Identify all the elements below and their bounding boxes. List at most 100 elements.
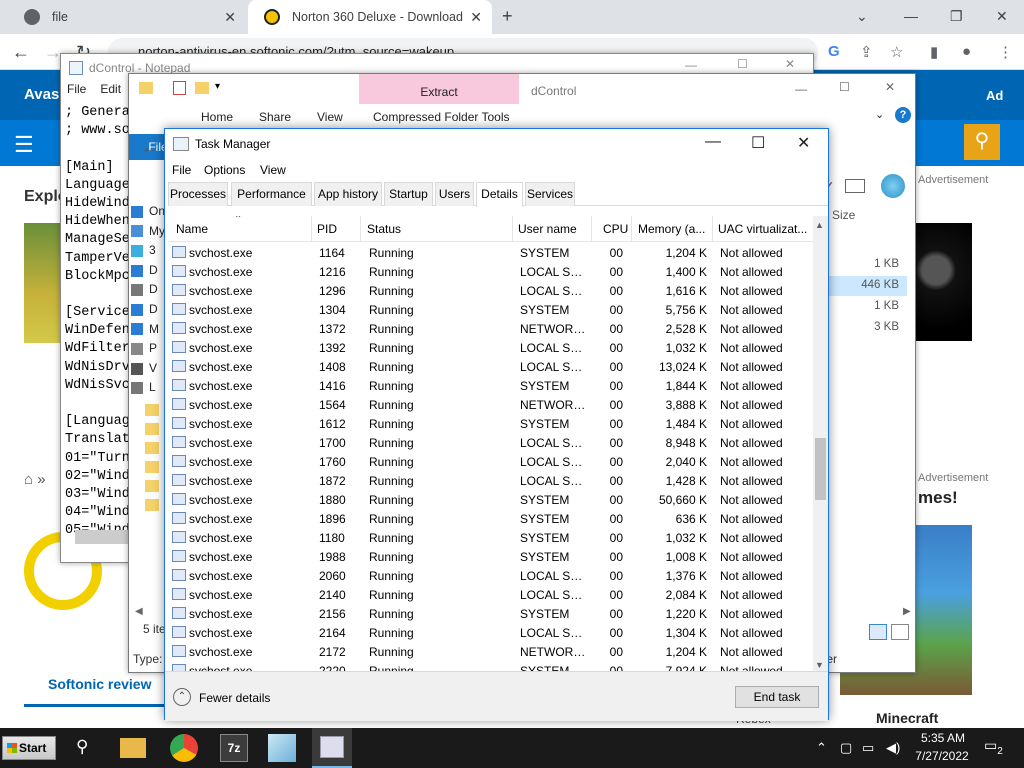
fewer-details-link[interactable]: Fewer details: [199, 691, 270, 705]
help-icon[interactable]: ?: [895, 107, 911, 123]
task-manager-window[interactable]: Task Manager — ☐ ✕ File Options View Pro…: [164, 128, 829, 721]
chrome-icon[interactable]: [170, 734, 198, 762]
column-separator[interactable]: [631, 216, 632, 242]
scrollbar-thumb[interactable]: [815, 438, 826, 500]
table-row[interactable]: svchost.exe 1564 Running NETWORK... 00 3,888 …: [168, 395, 813, 414]
table-row[interactable]: svchost.exe 1988 Running SYSTEM 00 1,008 K Not…: [168, 547, 813, 566]
tab-performance[interactable]: Performance: [231, 182, 312, 206]
table-row[interactable]: svchost.exe 1896 Running SYSTEM 00 636 K Not a…: [168, 509, 813, 528]
rename-icon[interactable]: [845, 179, 865, 193]
search-icon[interactable]: ⚲: [76, 737, 88, 757]
nav-pane-item[interactable]: D: [131, 282, 158, 296]
scroll-left-icon[interactable]: ◀: [135, 606, 143, 617]
google-icon[interactable]: G: [828, 43, 840, 60]
notification-icon[interactable]: ▭2: [984, 737, 1003, 757]
nav-pane-item[interactable]: V: [131, 361, 157, 375]
nav-pane-item[interactable]: My: [131, 224, 165, 238]
table-row[interactable]: svchost.exe 1180 Running SYSTEM 00 1,032 K Not…: [168, 528, 813, 547]
notepad-text-area[interactable]: ; Genera ; www.so [Main] Language HideWind Hi…: [65, 104, 130, 541]
tray-app-icon[interactable]: ▢: [840, 740, 852, 756]
task-manager-titlebar[interactable]: Task Manager — ☐ ✕: [165, 129, 828, 159]
minimize-icon[interactable]: —: [795, 82, 807, 96]
table-row[interactable]: svchost.exe 2060 Running LOCAL SE... 00 1,376…: [168, 566, 813, 585]
menu-options[interactable]: Options: [204, 163, 245, 177]
close-icon[interactable]: ✕: [797, 133, 810, 153]
table-row[interactable]: svchost.exe 1372 Running NETWORK... 00 2,528 …: [168, 319, 813, 338]
profile-icon[interactable]: ●: [962, 43, 971, 60]
new-tab-button[interactable]: +: [502, 6, 513, 27]
site-brand[interactable]: Avas: [24, 86, 59, 103]
column-header-cpu[interactable]: CPU: [603, 222, 628, 236]
column-separator[interactable]: [591, 216, 592, 242]
column-header-user-name[interactable]: User name: [518, 222, 577, 236]
chevron-up-icon[interactable]: ⌃: [173, 688, 191, 706]
browser-tab-file[interactable]: file ✕: [8, 0, 246, 34]
table-row[interactable]: svchost.exe 2220 Running SYSTEM 00 7,924 K Not…: [168, 661, 813, 671]
star-icon[interactable]: ☆: [890, 43, 903, 61]
folder-icon[interactable]: [145, 423, 159, 435]
task-manager-taskbar-button[interactable]: [312, 728, 352, 768]
tab-startup[interactable]: Startup: [384, 182, 433, 206]
table-row[interactable]: svchost.exe 1700 Running LOCAL SE... 00 8,948…: [168, 433, 813, 452]
home-icon[interactable]: ⌂ »: [24, 471, 46, 488]
game-thumbnail[interactable]: [912, 223, 972, 341]
extract-contextual-tab[interactable]: Extract: [359, 74, 519, 104]
table-row[interactable]: svchost.exe 1612 Running SYSTEM 00 1,484 K Not…: [168, 414, 813, 433]
close-icon[interactable]: ✕: [470, 9, 482, 26]
new-folder-icon[interactable]: [195, 82, 209, 94]
minimize-icon[interactable]: —: [705, 133, 721, 151]
details-view-icon[interactable]: [869, 624, 887, 640]
chevron-down-icon[interactable]: ⌄: [875, 108, 884, 121]
folder-icon[interactable]: [145, 499, 159, 511]
ribbon-tab-share[interactable]: Share: [259, 110, 291, 124]
end-task-button[interactable]: End task: [735, 686, 819, 708]
notepad-icon[interactable]: [268, 734, 296, 762]
column-separator[interactable]: [712, 216, 713, 242]
table-row[interactable]: svchost.exe 1392 Running LOCAL SE... 00 1,032…: [168, 338, 813, 357]
vertical-scrollbar[interactable]: ▲ ▼: [813, 216, 828, 671]
clock-time[interactable]: 5:35 AM: [914, 731, 972, 745]
nav-pane-item[interactable]: L: [131, 380, 156, 394]
file-explorer-icon[interactable]: [120, 738, 146, 758]
column-separator[interactable]: [360, 216, 361, 242]
hamburger-icon[interactable]: ☰: [14, 132, 34, 158]
table-row[interactable]: svchost.exe 2140 Running LOCAL SE... 00 2,084…: [168, 585, 813, 604]
tab-app-history[interactable]: App history: [314, 182, 382, 206]
table-row[interactable]: svchost.exe 1760 Running LOCAL SE... 00 2,040…: [168, 452, 813, 471]
scroll-right-icon[interactable]: ▶: [903, 606, 911, 617]
column-separator[interactable]: [512, 216, 513, 242]
table-row[interactable]: svchost.exe 1296 Running LOCAL SE... 00 1,616…: [168, 281, 813, 300]
nav-pane-item[interactable]: D: [131, 263, 158, 277]
table-row[interactable]: svchost.exe 1872 Running LOCAL SE... 00 1,428…: [168, 471, 813, 490]
7zip-icon[interactable]: 7z: [220, 734, 248, 762]
menu-file[interactable]: File: [172, 163, 191, 177]
maximize-icon[interactable]: ☐: [751, 133, 765, 153]
column-separator[interactable]: [311, 216, 312, 242]
chevron-up-icon[interactable]: ⌃: [816, 740, 827, 756]
clock-date[interactable]: 7/27/2022: [908, 749, 976, 763]
properties-icon[interactable]: [173, 81, 186, 95]
folder-icon[interactable]: [145, 480, 159, 492]
network-icon[interactable]: ▭: [862, 740, 874, 756]
nav-pane-item[interactable]: D: [131, 302, 158, 316]
menu-view[interactable]: View: [260, 163, 286, 177]
back-icon[interactable]: ←: [141, 140, 157, 158]
table-row[interactable]: svchost.exe 1416 Running SYSTEM 00 1,844 K Not…: [168, 376, 813, 395]
column-header-memory[interactable]: Memory (a...: [638, 222, 705, 236]
tab-details[interactable]: Details: [476, 182, 523, 207]
scroll-down-icon[interactable]: ▼: [815, 660, 824, 670]
table-row[interactable]: svchost.exe 1164 Running SYSTEM 00 1,204 K Not…: [168, 243, 813, 262]
nav-pane-item[interactable]: 3: [131, 243, 156, 257]
close-icon[interactable]: ✕: [996, 8, 1008, 25]
folder-icon[interactable]: [145, 404, 159, 416]
back-icon[interactable]: ←: [12, 42, 30, 63]
scroll-up-icon[interactable]: ▲: [815, 220, 824, 230]
nav-pane-item[interactable]: M: [131, 322, 159, 336]
column-header-name[interactable]: Name: [176, 222, 208, 236]
start-button[interactable]: Start: [2, 736, 56, 760]
folder-icon[interactable]: [145, 461, 159, 473]
table-row[interactable]: svchost.exe 1216 Running LOCAL SE... 00 1,400…: [168, 262, 813, 281]
column-header-pid[interactable]: PID: [317, 222, 337, 236]
menu-edit[interactable]: Edit: [100, 82, 121, 102]
table-row[interactable]: svchost.exe 2156 Running SYSTEM 00 1,220 K Not…: [168, 604, 813, 623]
